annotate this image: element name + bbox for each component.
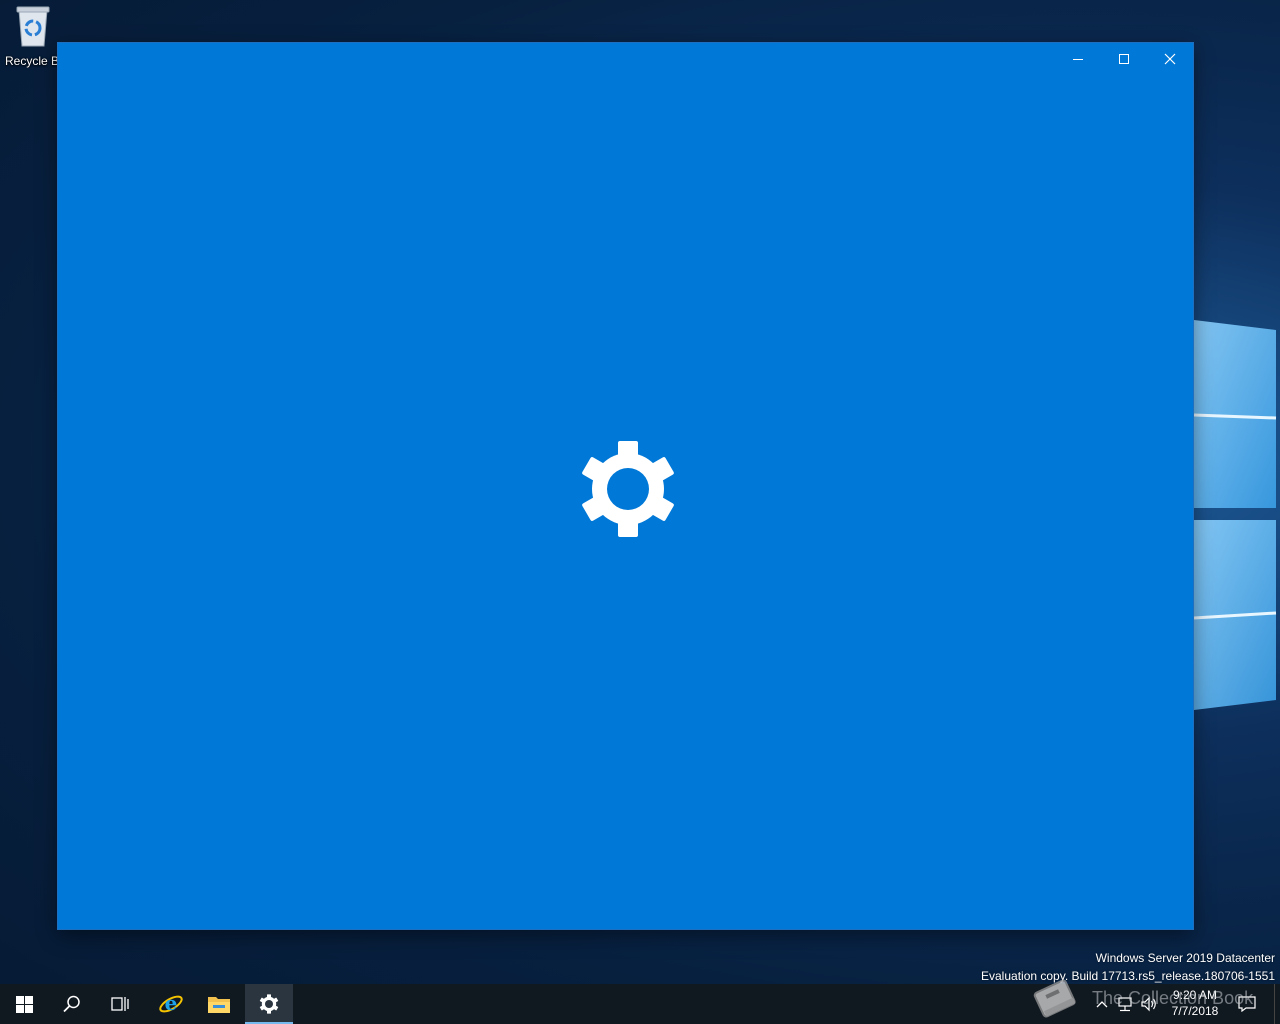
book-icon <box>1033 979 1076 1018</box>
minimize-icon <box>1073 59 1083 60</box>
show-desktop-button[interactable] <box>1274 984 1280 1024</box>
svg-text:e: e <box>165 991 178 1015</box>
watermark-build: Evaluation copy. Build 17713.rs5_release… <box>981 969 1275 983</box>
watermark-edition: Windows Server 2019 Datacenter <box>1095 951 1275 965</box>
taskbar: e 9:20 AM 7/7/2018 <box>0 984 1280 1024</box>
maximize-icon <box>1119 54 1129 64</box>
search-icon <box>63 995 80 1013</box>
minimize-button[interactable] <box>1055 43 1101 75</box>
recycle-bin-icon <box>16 6 50 47</box>
maximize-button[interactable] <box>1101 43 1147 75</box>
recycle-bin[interactable]: Recycle B <box>2 4 64 76</box>
gear-icon <box>582 441 674 537</box>
close-button[interactable] <box>1147 43 1193 75</box>
start-button[interactable] <box>0 984 48 1024</box>
task-view-icon <box>111 997 129 1011</box>
internet-explorer-icon: e <box>159 991 183 1015</box>
file-explorer-button[interactable] <box>195 984 243 1024</box>
settings-window[interactable] <box>58 43 1193 929</box>
search-button[interactable] <box>48 984 96 1024</box>
recycle-bin-label: Recycle B <box>5 54 60 68</box>
os-watermark: Windows Server 2019 Datacenter Evaluatio… <box>981 949 1275 985</box>
internet-explorer-button[interactable]: e <box>147 984 195 1024</box>
close-icon <box>1164 53 1176 65</box>
folder-icon <box>208 997 230 1013</box>
task-view-button[interactable] <box>96 984 144 1024</box>
gear-icon <box>259 994 279 1014</box>
overlay-watermark-text: The Collection Book <box>1092 988 1254 1008</box>
settings-taskbar-button[interactable] <box>245 984 293 1024</box>
windows-logo-icon <box>15 995 33 1013</box>
